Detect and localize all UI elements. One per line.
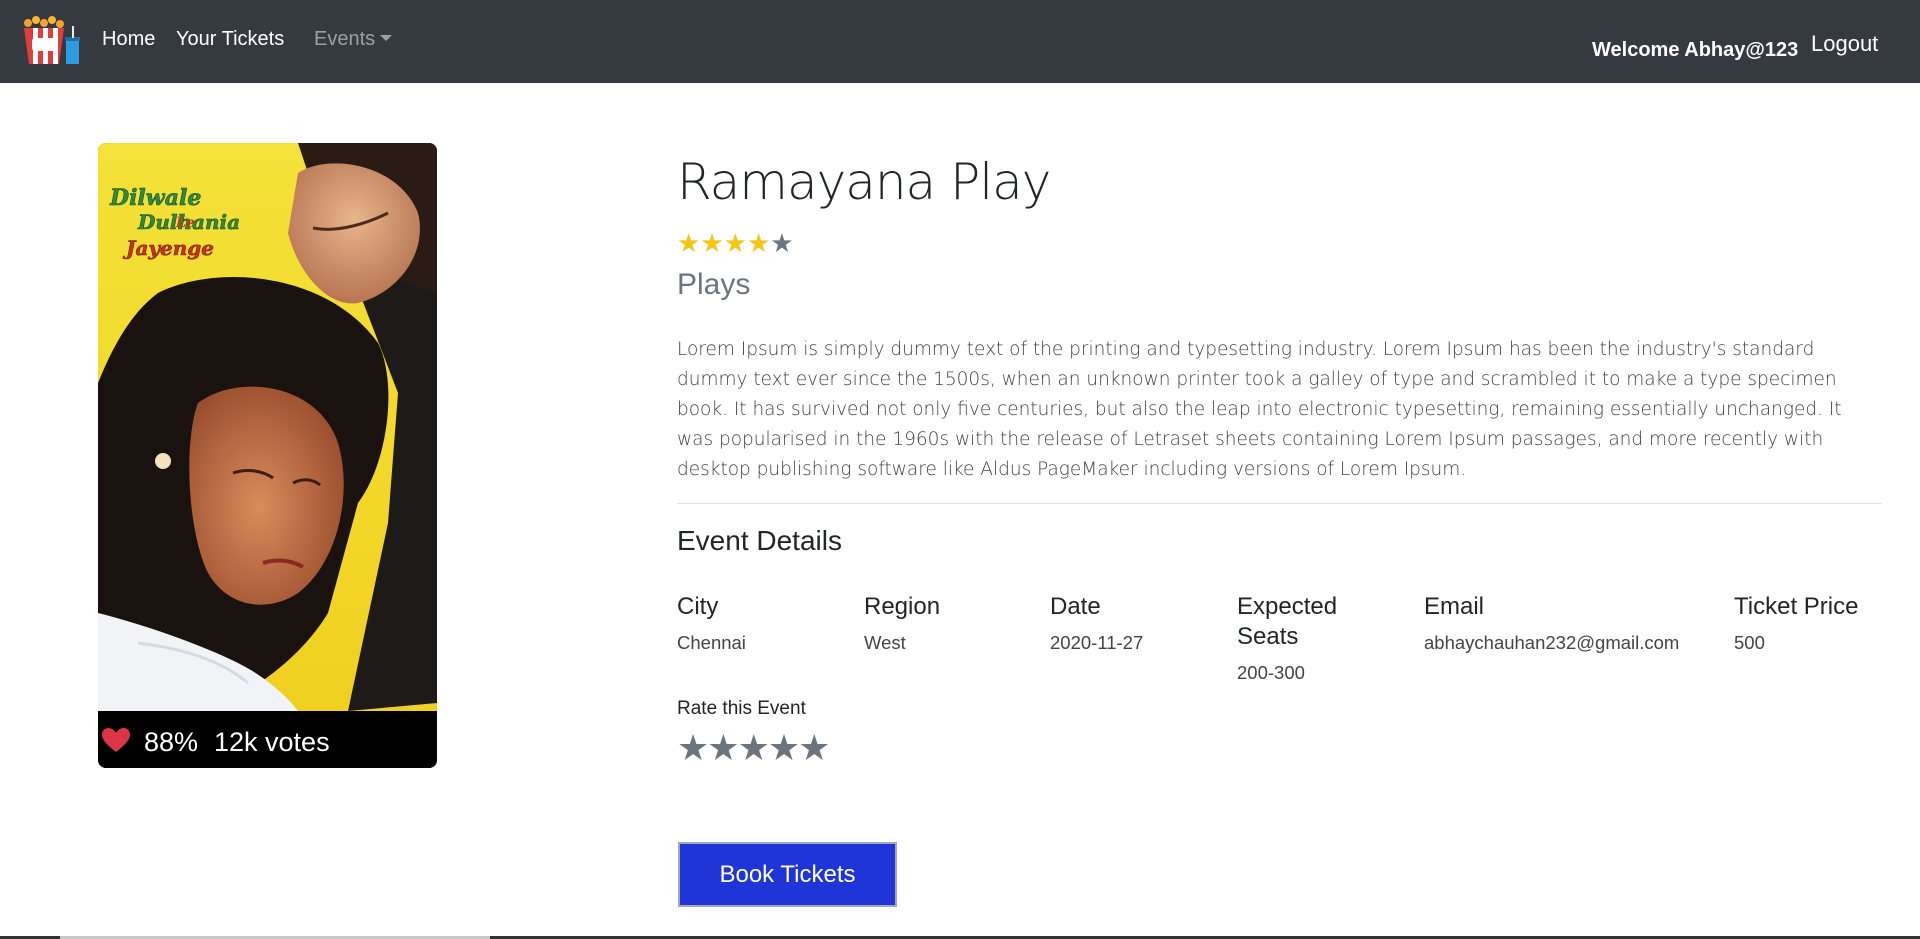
rate-star-2-icon[interactable]: ★ <box>707 727 739 768</box>
region-label: Region <box>864 593 941 620</box>
ticket-price-label: Ticket Price <box>1734 593 1859 620</box>
svg-text:Le: Le <box>175 215 195 231</box>
poster-image: Dilwale Dulhania Le Jayenge <box>98 143 437 711</box>
city-value: Chennai <box>677 632 746 653</box>
popcorn-logo-icon[interactable] <box>20 16 82 66</box>
expected-seats-value: 200-300 <box>1237 662 1305 683</box>
nav-home-link[interactable]: Home <box>102 28 155 51</box>
ticket-price-value: 500 <box>1734 632 1765 653</box>
welcome-text: Welcome Abhay@123 <box>1592 39 1799 61</box>
logout-link[interactable]: Logout <box>1811 31 1878 57</box>
rating-percent: 88% <box>144 727 199 757</box>
event-category: Plays <box>677 268 751 301</box>
star-empty-icon: ★ <box>770 228 794 258</box>
rate-event-stars[interactable]: ★★★★★ <box>677 727 830 768</box>
star-filled-icon: ★ <box>677 228 701 258</box>
email-label: Email <box>1424 593 1485 620</box>
rate-event-label: Rate this Event <box>677 698 806 719</box>
rate-star-4-icon[interactable]: ★ <box>768 727 800 768</box>
svg-text:Jayenge: Jayenge <box>122 236 214 260</box>
poster-rating-bar: 88% 12k votes <box>98 711 437 768</box>
nav-events-label: Events <box>314 28 376 50</box>
chevron-down-icon <box>380 35 393 42</box>
svg-text:Dilwale: Dilwale <box>109 185 201 211</box>
votes-count: 12k votes <box>214 727 330 757</box>
rate-star-5-icon[interactable]: ★ <box>798 727 830 768</box>
rate-star-3-icon[interactable]: ★ <box>738 727 770 768</box>
event-rating-stars: ★★★★★ <box>677 230 794 256</box>
nav-your-tickets-link[interactable]: Your Tickets <box>176 28 284 51</box>
top-navbar: Home Your Tickets Events Welcome Abhay@1… <box>0 0 1920 83</box>
expected-seats-label: Expected Seats <box>1237 593 1338 650</box>
city-label: City <box>677 593 719 620</box>
nav-events-dropdown[interactable]: Events <box>314 28 393 51</box>
event-title: Ramayana Play <box>677 153 1051 211</box>
event-description: Lorem Ipsum is simply dummy text of the … <box>677 339 1842 480</box>
heart-icon[interactable] <box>101 727 131 753</box>
rate-star-1-icon[interactable]: ★ <box>677 727 709 768</box>
email-value: abhaychauhan232@gmail.com <box>1424 632 1680 653</box>
event-details-heading: Event Details <box>677 525 842 556</box>
date-label: Date <box>1050 593 1101 620</box>
star-filled-icon: ★ <box>700 228 724 258</box>
date-value: 2020-11-27 <box>1050 632 1144 653</box>
event-poster-card: Dilwale Dulhania Le Jayenge 88% 12k vote… <box>98 143 437 768</box>
book-tickets-button[interactable]: Book Tickets <box>678 842 897 907</box>
star-filled-icon: ★ <box>746 228 771 258</box>
star-filled-icon: ★ <box>723 228 747 258</box>
region-value: West <box>864 632 906 653</box>
section-divider <box>677 503 1882 504</box>
